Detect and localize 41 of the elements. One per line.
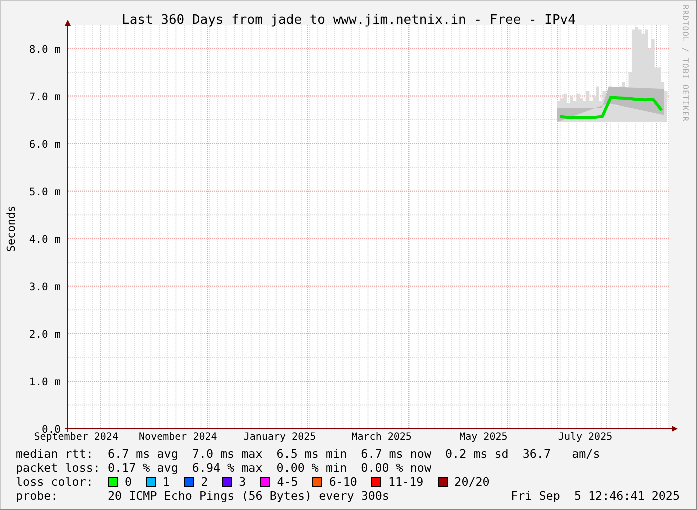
y-tick-label: 6.0 m: [29, 138, 61, 151]
stat-value: 36.7 am/s: [522, 447, 600, 461]
y-tick-label: 3.0 m: [29, 281, 61, 294]
loss-color-label: 2: [201, 475, 208, 489]
stat-value: 6.7 ms now: [361, 447, 432, 461]
x-tick-label: May 2025: [460, 432, 508, 443]
stat-value: 7.0 ms max: [192, 447, 263, 461]
chart-title: Last 360 Days from jade to www.jim.netnix.in - Free - IPv4: [122, 13, 576, 28]
y-axis-label: Seconds: [5, 206, 18, 252]
y-tick-label: 1.0 m: [29, 376, 61, 388]
y-tick-label: 8.0 m: [29, 44, 61, 56]
stat-value: 0.17 % avg: [108, 461, 178, 475]
y-tick-label: 4.0 m: [29, 234, 61, 246]
stat-value: 0.2 ms sd: [446, 447, 509, 461]
credit-text: RRDTOOL / TOBI OETIKER: [680, 5, 691, 122]
loss-color-label: 20/20: [454, 475, 490, 489]
legend-label: median rtt:: [16, 447, 94, 461]
stat-value: 6.5 ms min: [276, 447, 348, 461]
stat-value: 0.00 % now: [361, 461, 432, 475]
loss-color-label: 4-5: [277, 475, 298, 489]
legend-label: probe:: [16, 489, 60, 503]
x-tick-label: January 2025: [244, 432, 316, 443]
y-tick-label: 5.0 m: [29, 186, 61, 198]
loss-color-label: 3: [239, 475, 246, 489]
timestamp: Fri Sep 5 12:46:41 2025: [511, 489, 680, 503]
loss-color-label: 1: [163, 475, 170, 489]
legend-label: loss color:: [16, 475, 94, 489]
loss-color-label: 11-19: [388, 475, 424, 489]
loss-color-label: 6-10: [329, 475, 358, 489]
probe-description: 20 ICMP Echo Pings (56 Bytes) every 300s: [108, 489, 390, 503]
x-tick-label: November 2024: [139, 432, 218, 443]
stat-value: 0.00 % min: [276, 461, 348, 475]
loss-color-label: 0: [125, 475, 132, 489]
stat-value: 6.94 % max: [192, 461, 263, 475]
x-tick-label: March 2025: [352, 432, 412, 443]
legend-label: packet loss:: [16, 461, 102, 475]
x-tick-label: July 2025: [558, 432, 613, 443]
y-tick-label: 2.0 m: [29, 328, 61, 341]
y-tick-label: 7.0 m: [29, 91, 61, 104]
stat-value: 6.7 ms avg: [108, 447, 178, 461]
x-tick-label: September 2024: [34, 432, 118, 443]
